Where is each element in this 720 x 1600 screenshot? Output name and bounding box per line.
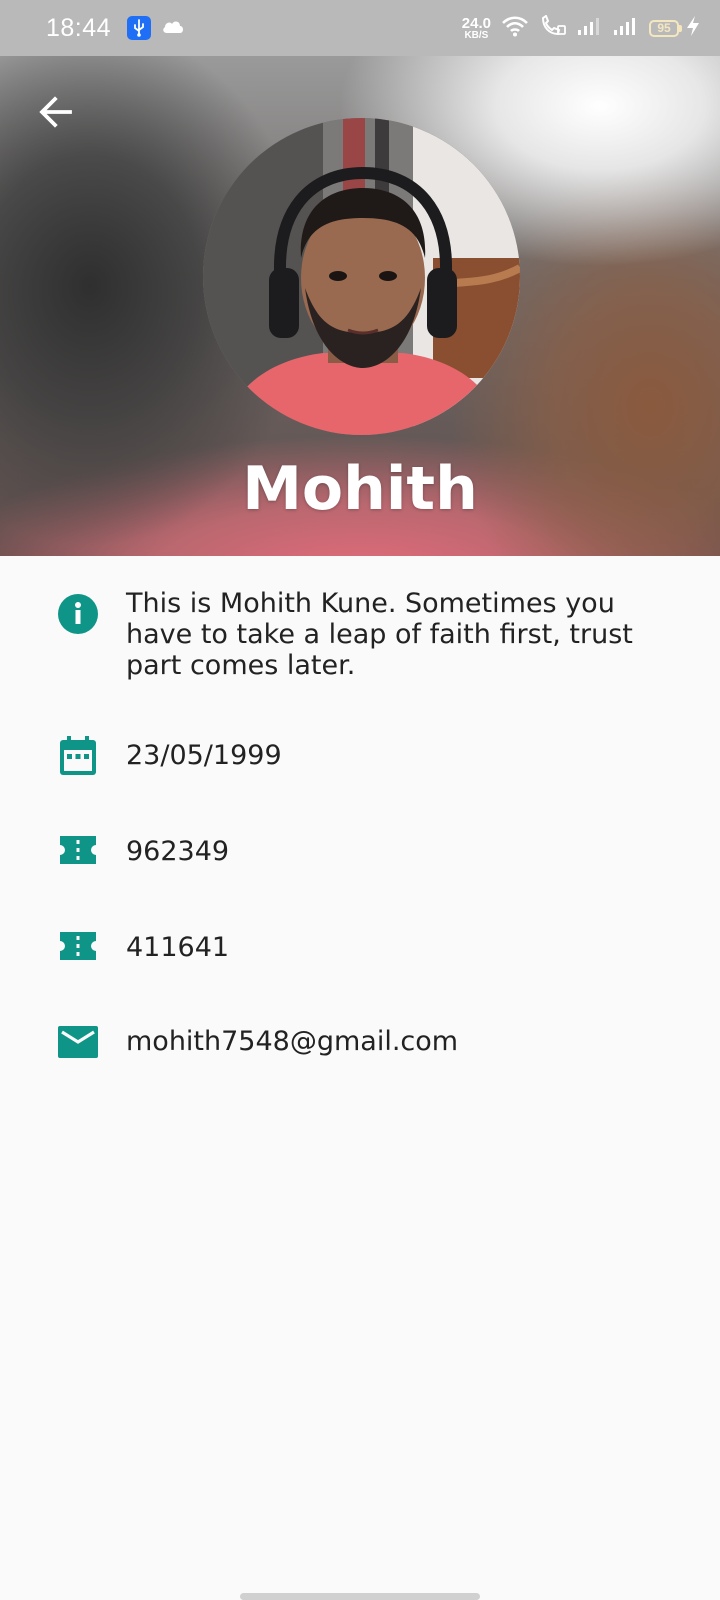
profile-avatar — [203, 118, 520, 435]
ticket-number-text: 962349 — [126, 836, 230, 867]
signal-icon — [577, 16, 603, 41]
charging-icon — [686, 15, 700, 42]
usb-icon — [127, 16, 152, 40]
bio-text: This is Mohith Kune. Sometimes you have … — [126, 588, 633, 681]
wifi-icon — [501, 15, 529, 42]
profile-header: Mohith — [0, 56, 720, 556]
net-speed-unit: KB/S — [464, 29, 489, 41]
profile-name: Mohith — [242, 454, 478, 524]
home-indicator[interactable] — [240, 1593, 480, 1600]
email-text: mohith7548@gmail.com — [126, 1026, 459, 1057]
arrow-back-icon — [39, 96, 72, 128]
birthdate-text: 23/05/1999 — [126, 740, 282, 771]
status-bar: 18:44 24.0 KB/S 95 — [0, 0, 720, 56]
email-icon — [58, 1026, 98, 1066]
ticket-icon — [58, 834, 98, 874]
info-icon — [58, 594, 98, 634]
calendar-icon — [58, 736, 98, 776]
ticket-number-text: 411641 — [126, 932, 230, 963]
cloud-icon — [161, 18, 185, 39]
signal-icon — [613, 16, 639, 41]
status-time: 18:44 — [46, 13, 112, 42]
net-speed-indicator: 24.0 KB/S — [462, 16, 491, 41]
battery-icon: 95 — [649, 19, 682, 37]
battery-level: 95 — [649, 19, 679, 37]
wifi-calling-icon — [539, 13, 567, 42]
back-button[interactable] — [34, 90, 78, 134]
ticket-icon — [58, 930, 98, 970]
net-speed-value: 24.0 — [461, 14, 491, 32]
